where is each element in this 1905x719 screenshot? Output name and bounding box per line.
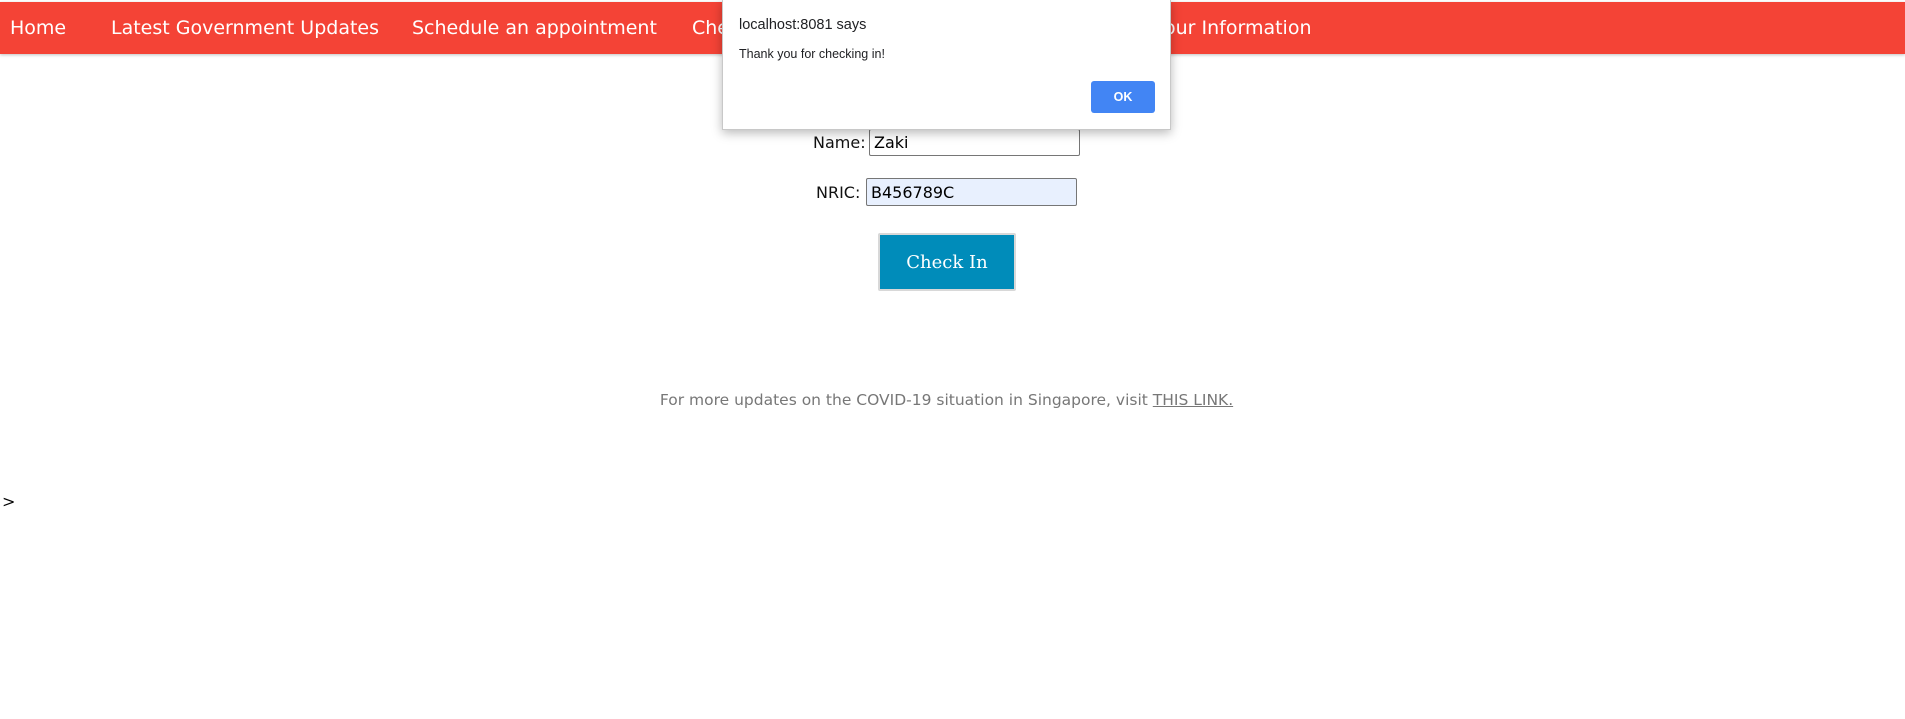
alert-message: Thank you for checking in! — [739, 47, 885, 61]
covid-updates-text: For more updates on the COVID-19 situati… — [659, 391, 1153, 409]
page: Home Latest Government Updates Schedule … — [0, 0, 1905, 719]
nav-item-latest-government-updates[interactable]: Latest Government Updates — [111, 2, 379, 54]
alert-ok-button[interactable]: OK — [1091, 81, 1155, 113]
nav-item-schedule-appointment[interactable]: Schedule an appointment — [412, 2, 657, 54]
name-label: Name: — [813, 133, 866, 152]
nav-item-your-information[interactable]: our Information — [1164, 2, 1312, 54]
covid-updates-note: For more updates on the COVID-19 situati… — [0, 391, 1893, 409]
name-input[interactable] — [869, 129, 1080, 156]
alert-dialog: localhost:8081 says Thank you for checki… — [722, 0, 1171, 130]
nav-item-home[interactable]: Home — [10, 2, 66, 54]
stray-text: > — [2, 492, 16, 511]
check-in-button[interactable]: Check In — [878, 233, 1016, 291]
this-link[interactable]: THIS LINK. — [1153, 391, 1233, 409]
nric-input[interactable] — [866, 178, 1077, 206]
nric-label: NRIC: — [816, 183, 861, 202]
alert-title: localhost:8081 says — [739, 17, 867, 33]
